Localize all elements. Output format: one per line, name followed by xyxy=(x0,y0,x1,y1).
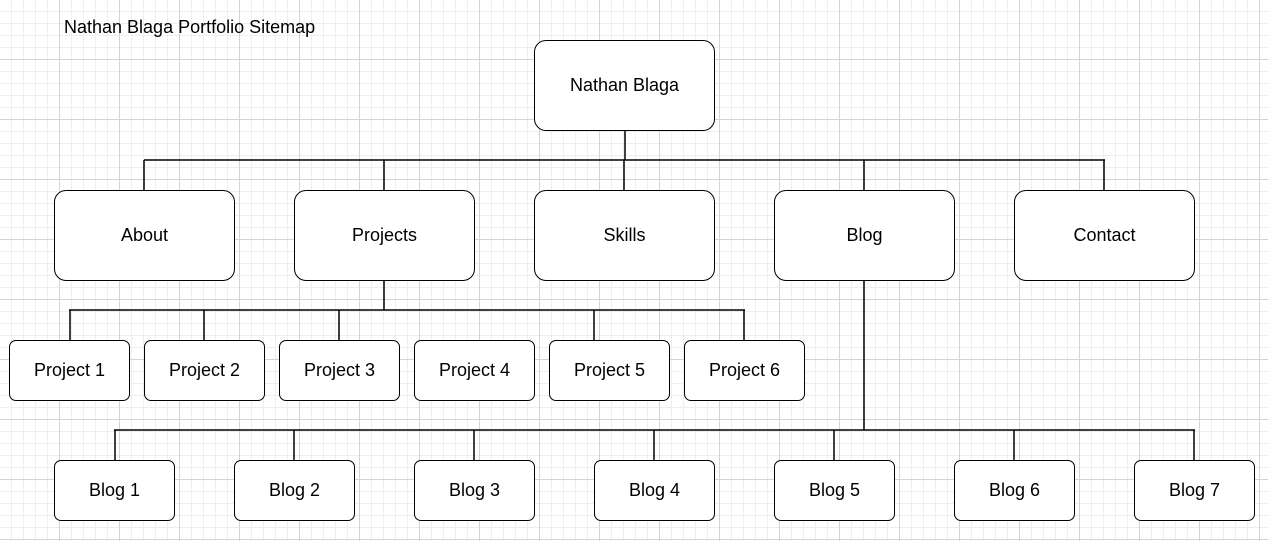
node-about[interactable]: About xyxy=(54,190,235,281)
node-project-4[interactable]: Project 4 xyxy=(414,340,535,401)
node-blog-1[interactable]: Blog 1 xyxy=(54,460,175,521)
node-root[interactable]: Nathan Blaga xyxy=(534,40,715,131)
node-blog-3[interactable]: Blog 3 xyxy=(414,460,535,521)
node-blog[interactable]: Blog xyxy=(774,190,955,281)
node-project-5[interactable]: Project 5 xyxy=(549,340,670,401)
node-blog-7[interactable]: Blog 7 xyxy=(1134,460,1255,521)
node-project-6[interactable]: Project 6 xyxy=(684,340,805,401)
node-blog-4[interactable]: Blog 4 xyxy=(594,460,715,521)
node-blog-2[interactable]: Blog 2 xyxy=(234,460,355,521)
node-projects[interactable]: Projects xyxy=(294,190,475,281)
node-skills[interactable]: Skills xyxy=(534,190,715,281)
node-project-3[interactable]: Project 3 xyxy=(279,340,400,401)
node-blog-6[interactable]: Blog 6 xyxy=(954,460,1075,521)
node-blog-5[interactable]: Blog 5 xyxy=(774,460,895,521)
node-project-2[interactable]: Project 2 xyxy=(144,340,265,401)
node-contact[interactable]: Contact xyxy=(1014,190,1195,281)
node-project-1[interactable]: Project 1 xyxy=(9,340,130,401)
